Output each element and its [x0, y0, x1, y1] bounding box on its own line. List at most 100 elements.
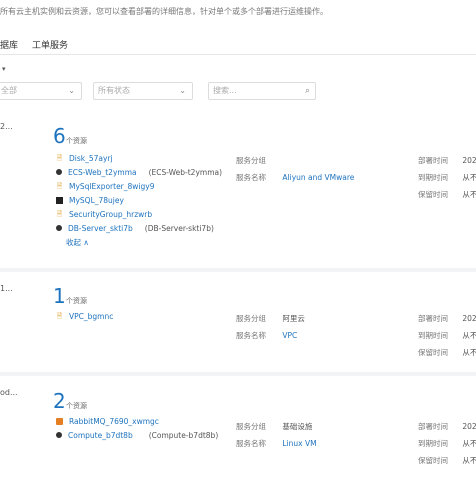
expire-time-value: 从不 [462, 331, 476, 340]
list-item[interactable]: DB-Server_skti7b (DB-Server-skti7b) [56, 221, 222, 235]
collapse-link[interactable]: 收起 ∧ [66, 237, 89, 248]
list-item[interactable]: 🗎 MySqlExporter_8wigy9 [56, 179, 222, 193]
resource-list: RabbitMQ_7690_xwmgc Compute_b7dt8b (Comp… [56, 414, 218, 442]
resource-name[interactable]: VPC_bgmnc [69, 312, 113, 321]
resource-name[interactable]: MySqlExporter_8wigy9 [69, 182, 154, 191]
service-name: 服务名称 VPC [236, 330, 297, 341]
exporter-icon: 🗎 [56, 181, 63, 190]
search-icon[interactable]: ⌕ [305, 83, 310, 99]
list-item[interactable]: 🗎 SecurityGroup_hrzwrb [56, 207, 222, 221]
type-filter-select[interactable]: 全部 ⌄ [0, 82, 82, 100]
deployment-name[interactable]: od... [0, 388, 18, 397]
deployment-name[interactable]: 2... [0, 122, 13, 131]
compute-icon [56, 432, 62, 438]
list-item[interactable]: MySQL_78ujey [56, 193, 222, 207]
service-group-label: 服务分组 [236, 314, 266, 323]
resource-name[interactable]: ECS-Web_t2ymma [68, 168, 137, 177]
tab-database[interactable]: 据库 [0, 38, 18, 55]
deploy-time-value: 2020 [462, 314, 476, 323]
resource-desc: (ECS-Web-t2ymma) [148, 167, 223, 177]
list-item[interactable]: Compute_b7dt8b (Compute-b7dt8b) [56, 428, 218, 442]
list-item[interactable]: 🗎 VPC_bgmnc [56, 309, 114, 323]
deploy-time-value: 2020 [462, 422, 476, 431]
expire-time: 到期时间 从不 [418, 330, 476, 341]
retain-time-label: 保留时间 [418, 348, 448, 357]
deploy-time-label: 部署时间 [418, 422, 448, 431]
resource-name[interactable]: Compute_b7dt8b [68, 431, 133, 440]
security-group-icon: 🗎 [56, 209, 63, 218]
resource-count: 1 [53, 284, 66, 308]
deploy-time-label: 部署时间 [418, 156, 448, 165]
rabbitmq-icon [56, 417, 63, 425]
retain-time-value: 从不 [462, 348, 476, 357]
service-group: 服务分组 基础设施 [236, 421, 312, 432]
service-name: 服务名称 Aliyun and VMware [236, 172, 354, 183]
retain-time: 保留时间 从不 [418, 455, 476, 466]
list-item[interactable]: 🗎 Disk_57ayrj [56, 151, 222, 165]
service-name: 服务名称 Linux VM [236, 438, 317, 449]
deploy-time-label: 部署时间 [418, 314, 448, 323]
deployment-card[interactable]: od... 2 个资源 RabbitMQ_7690_xwmgc Compute_… [0, 376, 476, 477]
expire-time-label: 到期时间 [418, 173, 448, 182]
service-name-value[interactable]: Linux VM [282, 439, 316, 448]
expire-time: 到期时间 从不 [418, 172, 476, 183]
service-group-value: 阿里云 [282, 314, 305, 323]
mysql-icon [56, 196, 63, 204]
resource-desc: (DB-Server-skti7b) [144, 223, 214, 233]
resource-list: 🗎 VPC_bgmnc [56, 309, 114, 323]
vpc-icon: 🗎 [56, 311, 63, 320]
deployment-card[interactable]: 1... 1 个资源 🗎 VPC_bgmnc 服务分组 阿里云 服务名称 VPC… [0, 272, 476, 372]
deploy-time: 部署时间 2020 [418, 313, 476, 324]
expire-time-label: 到期时间 [418, 439, 448, 448]
expire-time-value: 从不 [462, 173, 476, 182]
service-group: 服务分组 [236, 155, 266, 166]
resource-name[interactable]: DB-Server_skti7b [68, 224, 133, 233]
search-input[interactable]: 搜索... ⌕ [208, 82, 316, 100]
deploy-time-value: 2020 [462, 156, 476, 165]
type-filter-placeholder: 全部 [1, 86, 17, 95]
collapse-link-row: 收起 ∧ [56, 235, 222, 249]
expire-time-label: 到期时间 [418, 331, 448, 340]
retain-time-value: 从不 [462, 456, 476, 465]
service-group-label: 服务分组 [236, 422, 266, 431]
collapse-caret-icon[interactable]: ▾ [2, 65, 6, 73]
service-name-value[interactable]: VPC [282, 331, 297, 340]
service-group-label: 服务分组 [236, 156, 266, 165]
resource-count-label: 个资源 [66, 402, 87, 410]
resource-count-label: 个资源 [66, 137, 87, 145]
retain-time: 保留时间 从不 [418, 189, 476, 200]
service-name-label: 服务名称 [236, 439, 266, 448]
tab-ticket-service[interactable]: 工单服务 [32, 38, 68, 55]
list-item[interactable]: ECS-Web_t2ymma (ECS-Web-t2ymma) [56, 165, 222, 179]
deploy-time: 部署时间 2020 [418, 155, 476, 166]
deployment-card[interactable]: 2... 6 个资源 🗎 Disk_57ayrj ECS-Web_t2ymma … [0, 110, 476, 268]
resource-name[interactable]: RabbitMQ_7690_xwmgc [69, 417, 159, 426]
search-placeholder: 搜索... [213, 86, 237, 95]
resource-name[interactable]: Disk_57ayrj [69, 154, 113, 163]
resource-count: 2 [53, 389, 66, 413]
status-filter-select[interactable]: 所有状态 ⌄ [93, 82, 193, 100]
service-group-value: 基础设施 [282, 422, 313, 431]
page-description: 所有云主机实例和云资源，您可以查看部署的详细信息，针对单个或多个部署进行运维操作… [0, 7, 328, 16]
list-item[interactable]: RabbitMQ_7690_xwmgc [56, 414, 218, 428]
service-name-label: 服务名称 [236, 331, 266, 340]
service-name-value[interactable]: Aliyun and VMware [282, 173, 354, 182]
resource-name[interactable]: MySQL_78ujey [69, 196, 124, 205]
ecs-icon [56, 169, 62, 175]
resource-list: 🗎 Disk_57ayrj ECS-Web_t2ymma (ECS-Web-t2… [56, 151, 222, 249]
retain-time: 保留时间 从不 [418, 347, 476, 358]
expire-time: 到期时间 从不 [418, 438, 476, 449]
retain-time-label: 保留时间 [418, 456, 448, 465]
expire-time-value: 从不 [462, 439, 476, 448]
service-name-label: 服务名称 [236, 173, 266, 182]
tab-bar: 据库 工单服务 [0, 38, 68, 55]
deployment-name[interactable]: 1... [0, 284, 13, 293]
chevron-down-icon: ⌄ [68, 86, 75, 95]
chevron-down-icon: ⌄ [179, 86, 186, 95]
resource-desc: (Compute-b7dt8b) [148, 430, 219, 440]
resource-name[interactable]: SecurityGroup_hrzwrb [69, 210, 152, 219]
service-group: 服务分组 阿里云 [236, 313, 305, 324]
disk-icon: 🗎 [56, 153, 63, 162]
db-server-icon [56, 225, 62, 231]
deploy-time: 部署时间 2020 [418, 421, 476, 432]
